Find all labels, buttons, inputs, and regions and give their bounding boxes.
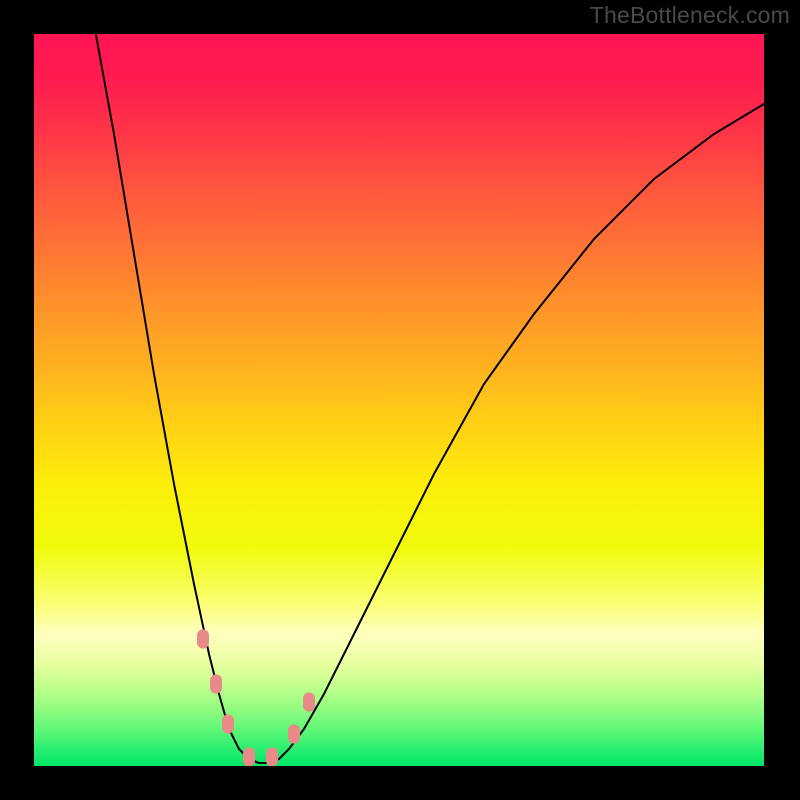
chart-outer-frame: TheBottleneck.com	[0, 0, 800, 800]
descending-marker-1	[197, 629, 209, 648]
ascending-marker-2	[303, 692, 315, 711]
watermark-text: TheBottleneck.com	[590, 2, 790, 29]
plot-area	[34, 34, 764, 766]
curve-svg	[34, 34, 764, 766]
bottleneck-curve	[94, 34, 764, 763]
ascending-marker-1	[288, 724, 300, 743]
bottom-marker-1	[243, 747, 255, 766]
bottom-marker-2	[266, 747, 278, 766]
descending-marker-3	[222, 714, 234, 733]
descending-marker-2	[210, 674, 222, 693]
markers-group	[197, 629, 315, 766]
curve-group	[94, 34, 764, 763]
